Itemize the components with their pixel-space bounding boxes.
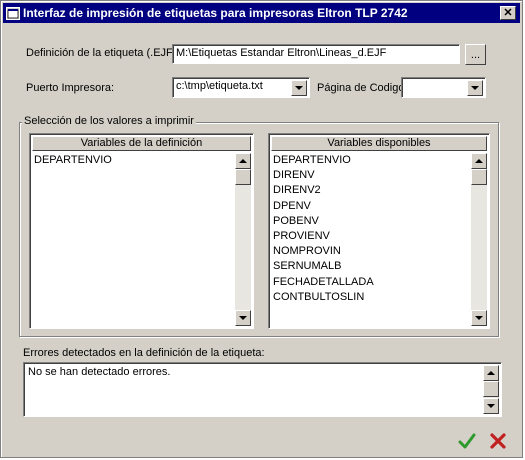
x-mark-icon <box>490 433 506 449</box>
arrow-up-icon <box>475 159 483 163</box>
scroll-down-button[interactable] <box>471 310 487 326</box>
list-item[interactable]: CONTBULTOSLIN <box>273 290 469 305</box>
port-value: c:\tmp\etiqueta.txt <box>176 80 263 92</box>
list-item[interactable]: DPENV <box>273 199 469 214</box>
app-window-icon <box>6 6 20 20</box>
codepage-dropdown-button[interactable] <box>467 80 483 96</box>
definition-label: Definición de la etiqueta (.EJF) <box>26 47 177 59</box>
errors-scrollbar[interactable] <box>483 365 499 414</box>
close-button[interactable]: ✕ <box>500 6 516 20</box>
scroll-thumb[interactable] <box>471 169 487 185</box>
definition-variables-list[interactable]: Variables de la definición DEPARTENVIO <box>29 133 254 329</box>
list-item[interactable]: FECHADETALLADA <box>273 275 469 290</box>
list-item[interactable]: SERNUMALB <box>273 259 469 274</box>
chevron-down-icon <box>295 86 303 90</box>
port-label: Puerto Impresora: <box>26 82 115 94</box>
available-list-scrollbar[interactable] <box>471 153 487 326</box>
list-item[interactable]: DEPARTENVIO <box>273 153 469 168</box>
title-bar: Interfaz de impresión de etiquetas para … <box>3 3 520 23</box>
list-item[interactable]: DIRENV2 <box>273 183 469 198</box>
checkmark-icon <box>458 433 476 449</box>
available-variables-list[interactable]: Variables disponibles DEPARTENVIO DIRENV… <box>268 133 490 329</box>
scroll-thumb[interactable] <box>483 381 499 397</box>
port-combo[interactable]: c:\tmp\etiqueta.txt <box>172 77 310 98</box>
list-item[interactable]: DEPARTENVIO <box>34 153 233 168</box>
scroll-down-button[interactable] <box>235 310 251 326</box>
close-icon: ✕ <box>503 6 513 19</box>
main-window: Interfaz de impresión de etiquetas para … <box>0 0 523 458</box>
codepage-label: Página de Codigo: <box>317 82 408 94</box>
errors-text: No se han detectado errores. <box>28 366 171 378</box>
available-variables-header[interactable]: Variables disponibles <box>271 136 487 151</box>
definition-variables-items: DEPARTENVIO <box>34 153 233 168</box>
port-dropdown-button[interactable] <box>291 80 307 96</box>
definition-list-scrollbar[interactable] <box>235 153 251 326</box>
codepage-combo[interactable] <box>401 77 486 98</box>
scroll-up-button[interactable] <box>235 153 251 169</box>
arrow-up-icon <box>239 159 247 163</box>
scroll-down-button[interactable] <box>483 398 499 414</box>
errors-label: Errores detectados en la definición de l… <box>23 347 265 359</box>
browse-button[interactable]: ... <box>465 44 486 65</box>
definition-path-field[interactable]: M:\Etiquetas Estandar Eltron\Lineas_d.EJ… <box>172 44 460 64</box>
selection-legend: Selección de los valores a imprimir <box>22 115 196 127</box>
window-title: Interfaz de impresión de etiquetas para … <box>23 6 408 20</box>
arrow-down-icon <box>239 316 247 320</box>
arrow-down-icon <box>475 316 483 320</box>
definition-variables-header[interactable]: Variables de la definición <box>32 136 251 151</box>
scroll-up-button[interactable] <box>483 365 499 381</box>
chevron-down-icon <box>471 86 479 90</box>
list-item[interactable]: POBENV <box>273 214 469 229</box>
list-item[interactable]: NOMPROVIN <box>273 244 469 259</box>
scroll-thumb[interactable] <box>235 169 251 185</box>
cancel-button[interactable] <box>488 431 508 451</box>
available-variables-items: DEPARTENVIO DIRENV DIRENV2 DPENV POBENV … <box>273 153 469 305</box>
arrow-up-icon <box>487 371 495 375</box>
ok-button[interactable] <box>457 431 477 451</box>
errors-textarea[interactable]: No se han detectado errores. <box>23 362 502 417</box>
list-item[interactable]: DIRENV <box>273 168 469 183</box>
arrow-down-icon <box>487 404 495 408</box>
scroll-up-button[interactable] <box>471 153 487 169</box>
list-item[interactable]: PROVIENV <box>273 229 469 244</box>
